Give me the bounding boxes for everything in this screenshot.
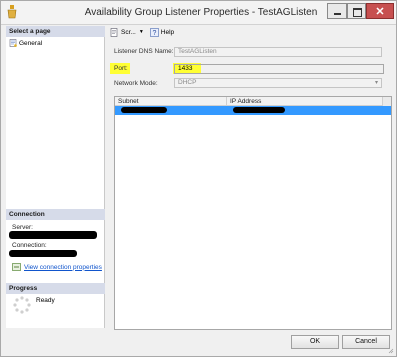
- help-icon: ?: [149, 27, 159, 37]
- minimize-button[interactable]: [327, 3, 347, 19]
- view-connection-link-text: View connection properties: [24, 263, 102, 271]
- close-icon: ✕: [375, 6, 385, 18]
- progress-header: Progress: [6, 283, 105, 294]
- window-title: Availability Group Listener Properties -…: [84, 7, 318, 18]
- general-page-pane: Scr... ▼ ? Help Listener DNS Name: TestA…: [106, 26, 396, 330]
- network-mode-label: Network Mode:: [114, 80, 158, 87]
- connection-value-redacted: [9, 250, 77, 257]
- network-mode-value: DHCP: [178, 79, 197, 86]
- port-field[interactable]: 1433: [174, 64, 384, 74]
- help-button[interactable]: ? Help: [149, 27, 175, 37]
- toolbar: Scr... ▼ ? Help: [106, 26, 396, 38]
- dns-name-label: Listener DNS Name:: [114, 48, 174, 55]
- page-icon: [9, 39, 17, 47]
- view-connection-properties-link[interactable]: View connection properties: [12, 263, 102, 271]
- close-button[interactable]: ✕: [366, 3, 394, 19]
- subnet-grid[interactable]: Subnet IP Address: [114, 96, 392, 330]
- page-selector-pane: Select a page General Connection Server:…: [6, 26, 105, 328]
- help-label: Help: [160, 28, 175, 36]
- column-header-subnet[interactable]: Subnet: [115, 97, 227, 106]
- script-button[interactable]: Scr... ▼: [110, 27, 144, 37]
- server-label: Server:: [12, 224, 33, 231]
- script-label: Scr...: [121, 28, 136, 36]
- app-icon: [7, 5, 17, 19]
- chevron-down-icon: ▾: [374, 80, 378, 86]
- connection-properties-icon: [12, 263, 21, 271]
- connection-label: Connection:: [12, 242, 47, 249]
- resize-grip-icon[interactable]: [388, 348, 394, 354]
- column-header-ip-address[interactable]: IP Address: [227, 97, 382, 106]
- network-mode-select[interactable]: DHCP ▾: [174, 78, 382, 88]
- grid-scroll-corner: [382, 97, 391, 106]
- svg-text:?: ?: [152, 30, 156, 37]
- maximize-button[interactable]: [347, 3, 366, 19]
- dns-name-field[interactable]: TestAGListen: [174, 47, 382, 57]
- progress-status: Ready: [36, 297, 55, 304]
- cancel-button[interactable]: Cancel: [342, 335, 390, 349]
- chevron-down-icon[interactable]: ▼: [139, 29, 144, 35]
- page-item-general[interactable]: General: [9, 38, 42, 48]
- title-bar[interactable]: Availability Group Listener Properties -…: [1, 1, 396, 25]
- table-row[interactable]: [115, 106, 391, 115]
- page-item-label: General: [19, 39, 43, 47]
- ok-button[interactable]: OK: [291, 335, 339, 349]
- port-label: Port:: [114, 65, 128, 72]
- ip-address-value-redacted: [233, 107, 285, 113]
- grid-header: Subnet IP Address: [115, 97, 391, 106]
- server-value-redacted: [9, 231, 97, 239]
- script-icon: [110, 27, 118, 37]
- select-page-header: Select a page: [6, 26, 105, 37]
- subnet-value-redacted: [121, 107, 167, 113]
- connection-header: Connection: [6, 209, 105, 220]
- progress-spinner-icon: [13, 296, 31, 314]
- dialog-window: Availability Group Listener Properties -…: [0, 0, 397, 357]
